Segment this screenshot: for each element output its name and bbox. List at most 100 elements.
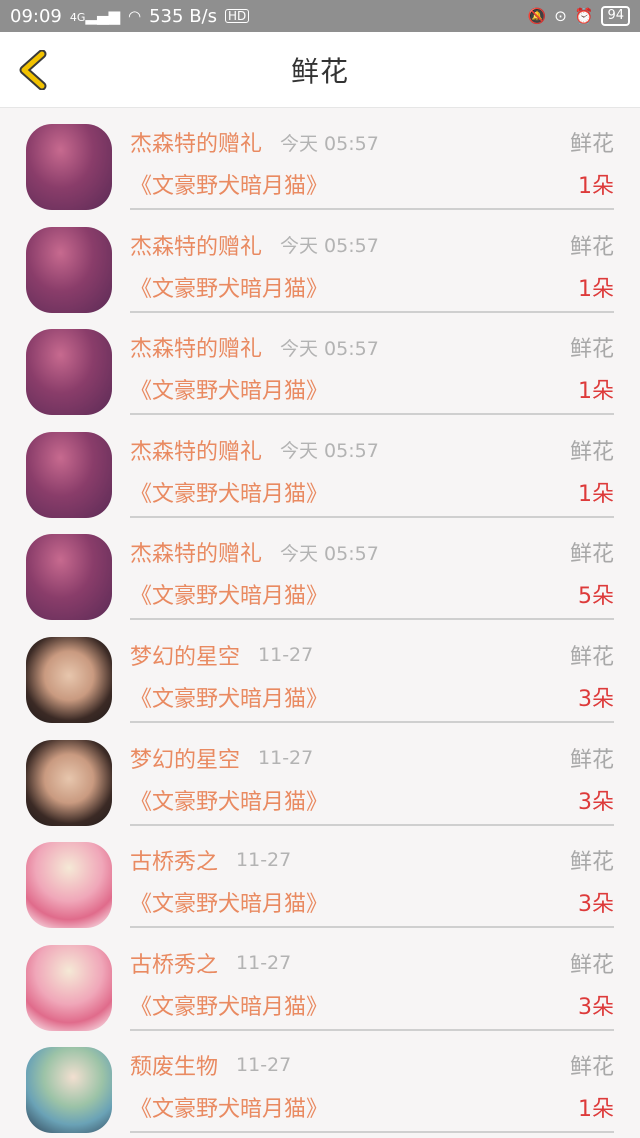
lock-rotation-icon: ⊙ [554, 6, 567, 25]
avatar[interactable] [26, 431, 112, 518]
list-item[interactable]: 颓废生物 11-27 鲜花 《文豪野犬暗月猫》 1朵 [0, 1037, 640, 1138]
list-item[interactable]: 梦幻的星空 11-27 鲜花 《文豪野犬暗月猫》 3朵 [0, 627, 640, 730]
gift-list: 杰森特的赠礼 今天 05:57 鲜花 《文豪野犬暗月猫》 1朵 杰森特的赠礼 今… [0, 108, 640, 1138]
book-title[interactable]: 《文豪野犬暗月猫》 [130, 784, 328, 816]
gift-count: 1朵 [578, 379, 614, 405]
gift-type: 鲜花 [569, 1055, 614, 1081]
timestamp: 11-27 [236, 951, 292, 974]
book-title[interactable]: 《文豪野犬暗月猫》 [130, 1091, 328, 1123]
chevron-left-icon [19, 49, 47, 91]
list-item-bottom-row: 《文豪野犬暗月猫》 1朵 [130, 1089, 614, 1125]
avatar[interactable] [26, 226, 112, 313]
gift-type: 鲜花 [569, 850, 614, 876]
gift-type: 鲜花 [569, 234, 614, 260]
list-item-content: 古桥秀之 11-27 鲜花 《文豪野犬暗月猫》 3朵 [130, 832, 614, 929]
avatar[interactable] [26, 1047, 112, 1134]
list-item-content: 杰森特的赠礼 今天 05:57 鲜花 《文豪野犬暗月猫》 1朵 [130, 422, 614, 518]
status-right: 🔕 ⊙ ⏰ 94 [527, 6, 630, 26]
timestamp: 11-27 [258, 746, 314, 769]
list-item-top-row: 梦幻的星空 11-27 鲜花 [130, 740, 614, 776]
book-title[interactable]: 《文豪野犬暗月猫》 [130, 271, 328, 303]
status-bar: 09:09 4G▂▄▆ ◠ 535 B/s HD 🔕 ⊙ ⏰ 94 [0, 0, 640, 32]
list-item-top-row: 古桥秀之 11-27 鲜花 [130, 842, 614, 878]
list-item-bottom-row: 《文豪野犬暗月猫》 5朵 [130, 576, 614, 612]
status-time: 09:09 [10, 5, 62, 27]
book-title[interactable]: 《文豪野犬暗月猫》 [130, 886, 328, 918]
avatar[interactable] [26, 636, 112, 723]
gift-count: 3朵 [578, 994, 614, 1020]
gift-type: 鲜花 [569, 337, 614, 363]
signal-icon: 4G▂▄▆ [69, 6, 121, 25]
book-title[interactable]: 《文豪野犬暗月猫》 [130, 681, 328, 713]
timestamp: 今天 05:57 [280, 337, 379, 360]
list-item[interactable]: 杰森特的赠礼 今天 05:57 鲜花 《文豪野犬暗月猫》 1朵 [0, 217, 640, 320]
sender-name[interactable]: 杰森特的赠礼 [130, 434, 262, 466]
timestamp: 11-27 [258, 643, 314, 666]
list-item-top-row: 古桥秀之 11-27 鲜花 [130, 945, 614, 981]
sender-name[interactable]: 梦幻的星空 [130, 639, 240, 671]
book-title[interactable]: 《文豪野犬暗月猫》 [130, 168, 328, 200]
list-item-content: 古桥秀之 11-27 鲜花 《文豪野犬暗月猫》 3朵 [130, 935, 614, 1031]
page-title: 鲜花 [290, 54, 349, 88]
list-item-top-row: 杰森特的赠礼 今天 05:57 鲜花 [130, 534, 614, 570]
list-item-bottom-row: 《文豪野犬暗月猫》 1朵 [130, 269, 614, 305]
back-button[interactable] [16, 49, 52, 91]
header-bar: 鲜花 [0, 32, 640, 108]
gift-type: 鲜花 [569, 952, 614, 978]
wifi-icon: ◠ [128, 6, 142, 25]
gift-count: 5朵 [578, 584, 614, 610]
sender-name[interactable]: 古桥秀之 [130, 844, 218, 876]
list-item-bottom-row: 《文豪野犬暗月猫》 3朵 [130, 987, 614, 1023]
list-item-top-row: 梦幻的星空 11-27 鲜花 [130, 637, 614, 673]
book-title[interactable]: 《文豪野犬暗月猫》 [130, 476, 328, 508]
gift-count: 1朵 [578, 174, 614, 199]
book-title[interactable]: 《文豪野犬暗月猫》 [130, 989, 328, 1021]
timestamp: 今天 05:57 [280, 132, 379, 155]
gift-count: 1朵 [578, 481, 614, 507]
list-item-bottom-row: 《文豪野犬暗月猫》 3朵 [130, 679, 614, 715]
list-item-content: 杰森特的赠礼 今天 05:57 鲜花 《文豪野犬暗月猫》 1朵 [130, 319, 614, 416]
gift-type: 鲜花 [569, 644, 614, 670]
timestamp: 11-27 [236, 1054, 292, 1077]
book-title[interactable]: 《文豪野犬暗月猫》 [130, 373, 328, 405]
gift-count: 1朵 [578, 276, 614, 302]
gift-type: 鲜花 [569, 747, 614, 773]
avatar[interactable] [26, 534, 112, 621]
list-item-content: 杰森特的赠礼 今天 05:57 鲜花 《文豪野犬暗月猫》 5朵 [130, 524, 614, 621]
avatar[interactable] [26, 739, 112, 826]
sender-name[interactable]: 颓废生物 [130, 1049, 218, 1081]
sender-name[interactable]: 杰森特的赠礼 [130, 331, 262, 363]
list-item[interactable]: 杰森特的赠礼 今天 05:57 鲜花 《文豪野犬暗月猫》 1朵 [0, 319, 640, 422]
timestamp: 今天 05:57 [280, 440, 379, 463]
avatar[interactable] [26, 329, 112, 416]
network-speed: 535 B/s [149, 5, 217, 27]
timestamp: 今天 05:57 [280, 235, 379, 258]
avatar[interactable] [26, 842, 112, 929]
sender-name[interactable]: 梦幻的星空 [130, 742, 240, 774]
sender-name[interactable]: 杰森特的赠礼 [130, 536, 262, 568]
book-title[interactable]: 《文豪野犬暗月猫》 [130, 578, 328, 610]
avatar[interactable] [26, 944, 112, 1031]
list-item[interactable]: 杰森特的赠礼 今天 05:57 鲜花 《文豪野犬暗月猫》 1朵 [0, 422, 640, 525]
list-item[interactable]: 杰森特的赠礼 今天 05:57 鲜花 《文豪野犬暗月猫》 5朵 [0, 524, 640, 627]
list-item-top-row: 杰森特的赠礼 今天 05:57 鲜花 [130, 227, 614, 263]
list-item-top-row: 杰森特的赠礼 今天 05:57 鲜花 [130, 124, 614, 160]
list-item-top-row: 杰森特的赠礼 今天 05:57 鲜花 [130, 432, 614, 468]
status-left: 09:09 4G▂▄▆ ◠ 535 B/s HD [10, 5, 250, 27]
list-item-top-row: 杰森特的赠礼 今天 05:57 鲜花 [130, 329, 614, 365]
list-item-bottom-row: 《文豪野犬暗月猫》 1朵 [130, 371, 614, 407]
avatar[interactable] [26, 124, 112, 210]
sender-name[interactable]: 古桥秀之 [130, 947, 218, 979]
list-item[interactable]: 古桥秀之 11-27 鲜花 《文豪野犬暗月猫》 3朵 [0, 935, 640, 1038]
list-item[interactable]: 梦幻的星空 11-27 鲜花 《文豪野犬暗月猫》 3朵 [0, 730, 640, 833]
list-item-content: 梦幻的星空 11-27 鲜花 《文豪野犬暗月猫》 3朵 [130, 627, 614, 723]
gift-type: 鲜花 [569, 439, 614, 465]
alarm-icon: ⏰ [574, 6, 594, 25]
bell-off-icon: 🔕 [527, 6, 547, 25]
sender-name[interactable]: 杰森特的赠礼 [130, 229, 262, 261]
sender-name[interactable]: 杰森特的赠礼 [130, 126, 262, 158]
list-item[interactable]: 古桥秀之 11-27 鲜花 《文豪野犬暗月猫》 3朵 [0, 832, 640, 935]
list-item[interactable]: 杰森特的赠礼 今天 05:57 鲜花 《文豪野犬暗月猫》 1朵 [0, 114, 640, 217]
gift-count: 3朵 [578, 686, 614, 712]
list-item-bottom-row: 《文豪野犬暗月猫》 3朵 [130, 884, 614, 920]
